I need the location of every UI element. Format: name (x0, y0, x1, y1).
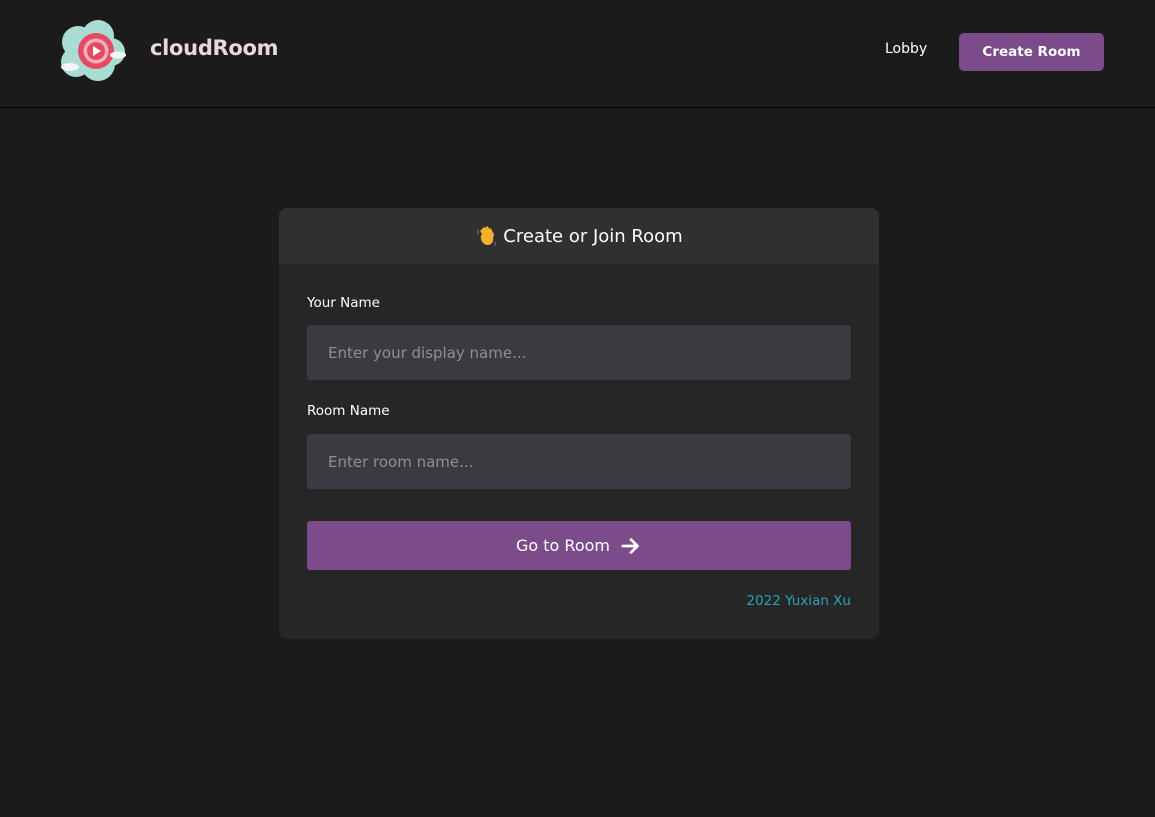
go-to-room-label: Go to Room (516, 536, 610, 555)
your-name-label: Your Name (307, 295, 380, 311)
waving-hand-icon (477, 226, 497, 247)
arrow-right-icon (621, 537, 639, 554)
join-room-card: Create or Join Room Your Name Room Name … (279, 208, 879, 639)
nav-lobby-link[interactable]: Lobby (885, 41, 927, 57)
brand-name[interactable]: cloudRoom (150, 36, 279, 60)
card-title: Create or Join Room (503, 225, 683, 247)
cloud-play-logo-icon[interactable] (56, 18, 130, 84)
card-header: Create or Join Room (279, 208, 879, 264)
your-name-input[interactable] (307, 325, 851, 380)
room-name-input[interactable] (307, 434, 851, 489)
go-to-room-button[interactable]: Go to Room (307, 521, 851, 570)
room-name-label: Room Name (307, 403, 390, 419)
credit-link[interactable]: 2022 Yuxian Xu (746, 593, 851, 609)
top-navbar: cloudRoom Lobby Create Room (0, 0, 1155, 108)
create-room-button[interactable]: Create Room (959, 33, 1104, 71)
